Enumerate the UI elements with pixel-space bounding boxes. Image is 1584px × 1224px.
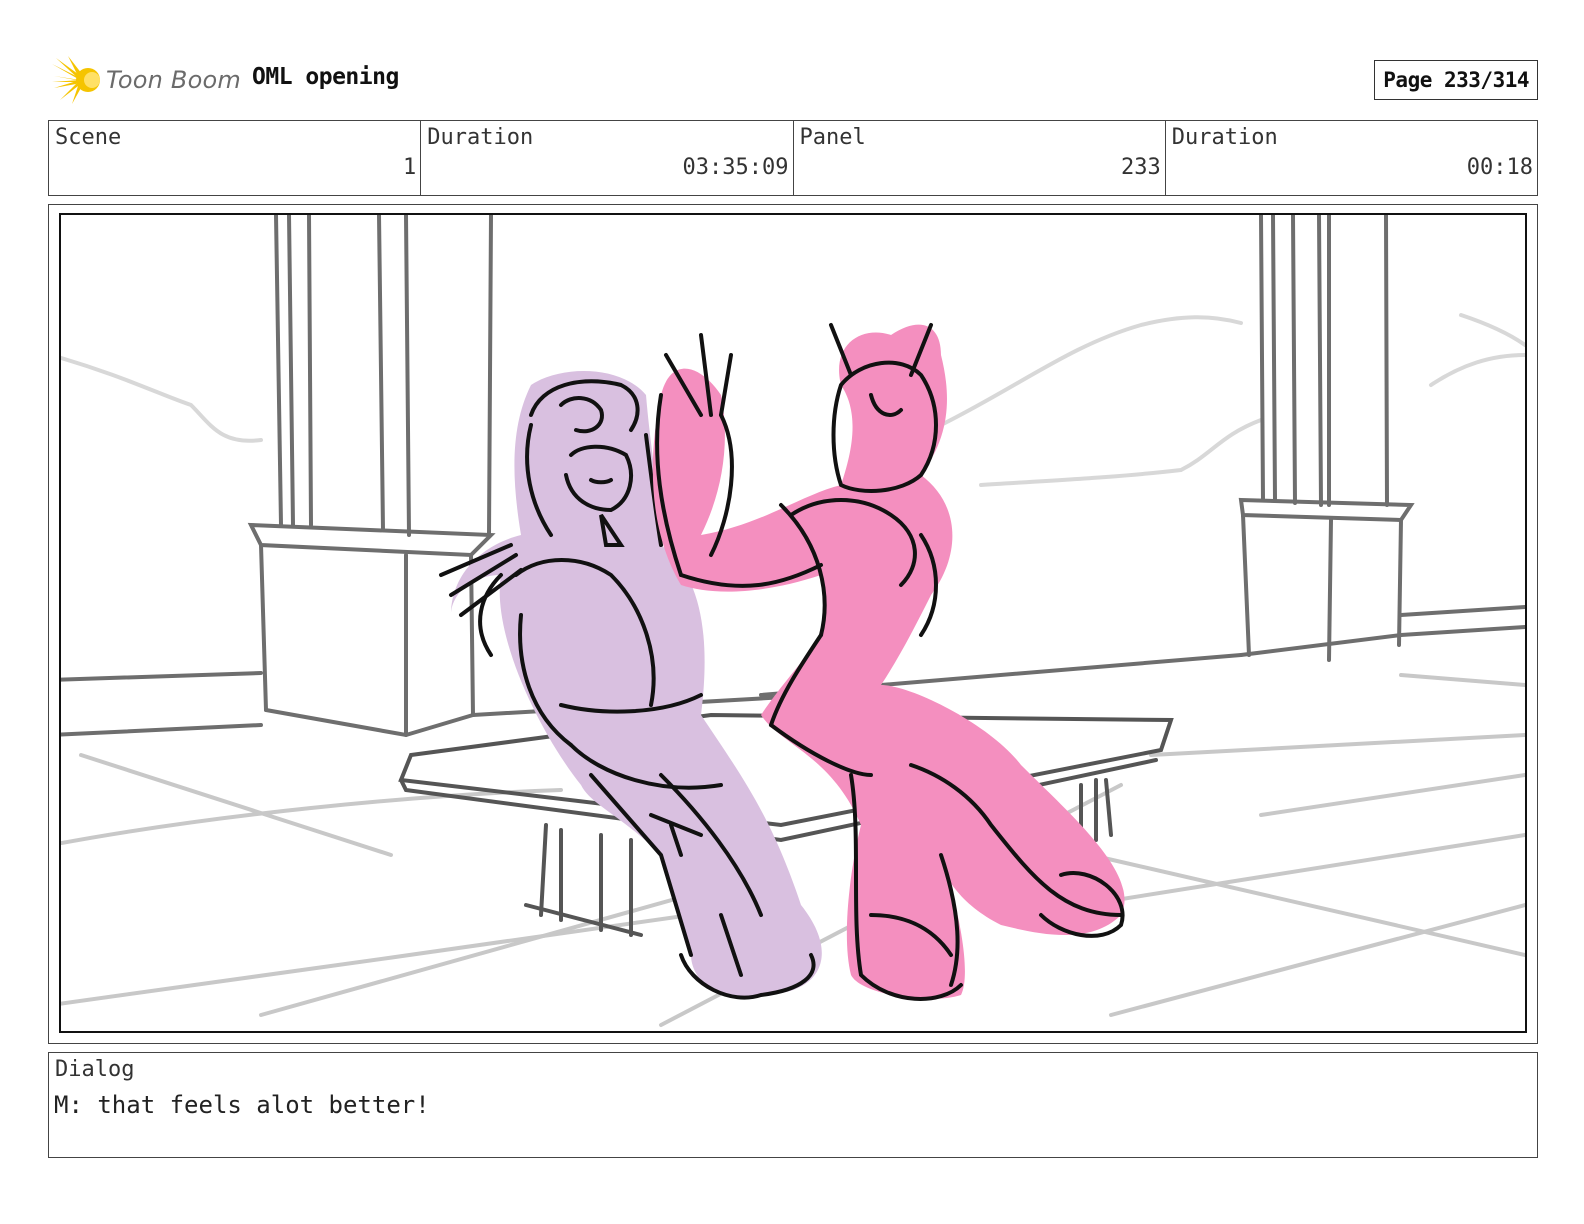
scene-value: 1 (403, 155, 417, 180)
scene-cell: Scene 1 (49, 121, 422, 195)
right-column (1238, 215, 1415, 662)
panel-duration-label: Duration (1171, 125, 1278, 150)
storyboard-sketch (59, 213, 1527, 1033)
scene-duration-value: 03:35:09 (682, 155, 789, 180)
info-row: Scene 1 Duration 03:35:09 Panel 233 Dura… (48, 120, 1538, 196)
panel-cell: Panel 233 (794, 121, 1166, 195)
sketch-drawing (61, 215, 1525, 1027)
storyboard-header: Toon Boom OML opening Page 233/314 (48, 54, 1538, 106)
dialog-box: Dialog M: that feels alot better! (48, 1052, 1538, 1158)
panel-label: Panel (799, 125, 866, 150)
logo-text: Toon Boom (106, 66, 241, 94)
toon-boom-logo: Toon Boom (50, 54, 241, 106)
project-title: OML opening (252, 64, 399, 90)
panel-frame (48, 204, 1538, 1044)
dialog-label: Dialog (55, 1057, 135, 1082)
page-indicator: Page 233/314 (1374, 60, 1538, 100)
left-column (247, 215, 496, 738)
panel-duration-value: 00:18 (1466, 155, 1533, 180)
scene-duration-cell: Duration 03:35:09 (421, 121, 794, 195)
scene-duration-label: Duration (427, 125, 534, 150)
starburst-icon (52, 56, 100, 104)
scene-label: Scene (55, 125, 122, 150)
panel-duration-cell: Duration 00:18 (1166, 121, 1537, 195)
panel-value: 233 (1121, 155, 1161, 180)
dialog-text: M: that feels alot better! (54, 1091, 430, 1119)
